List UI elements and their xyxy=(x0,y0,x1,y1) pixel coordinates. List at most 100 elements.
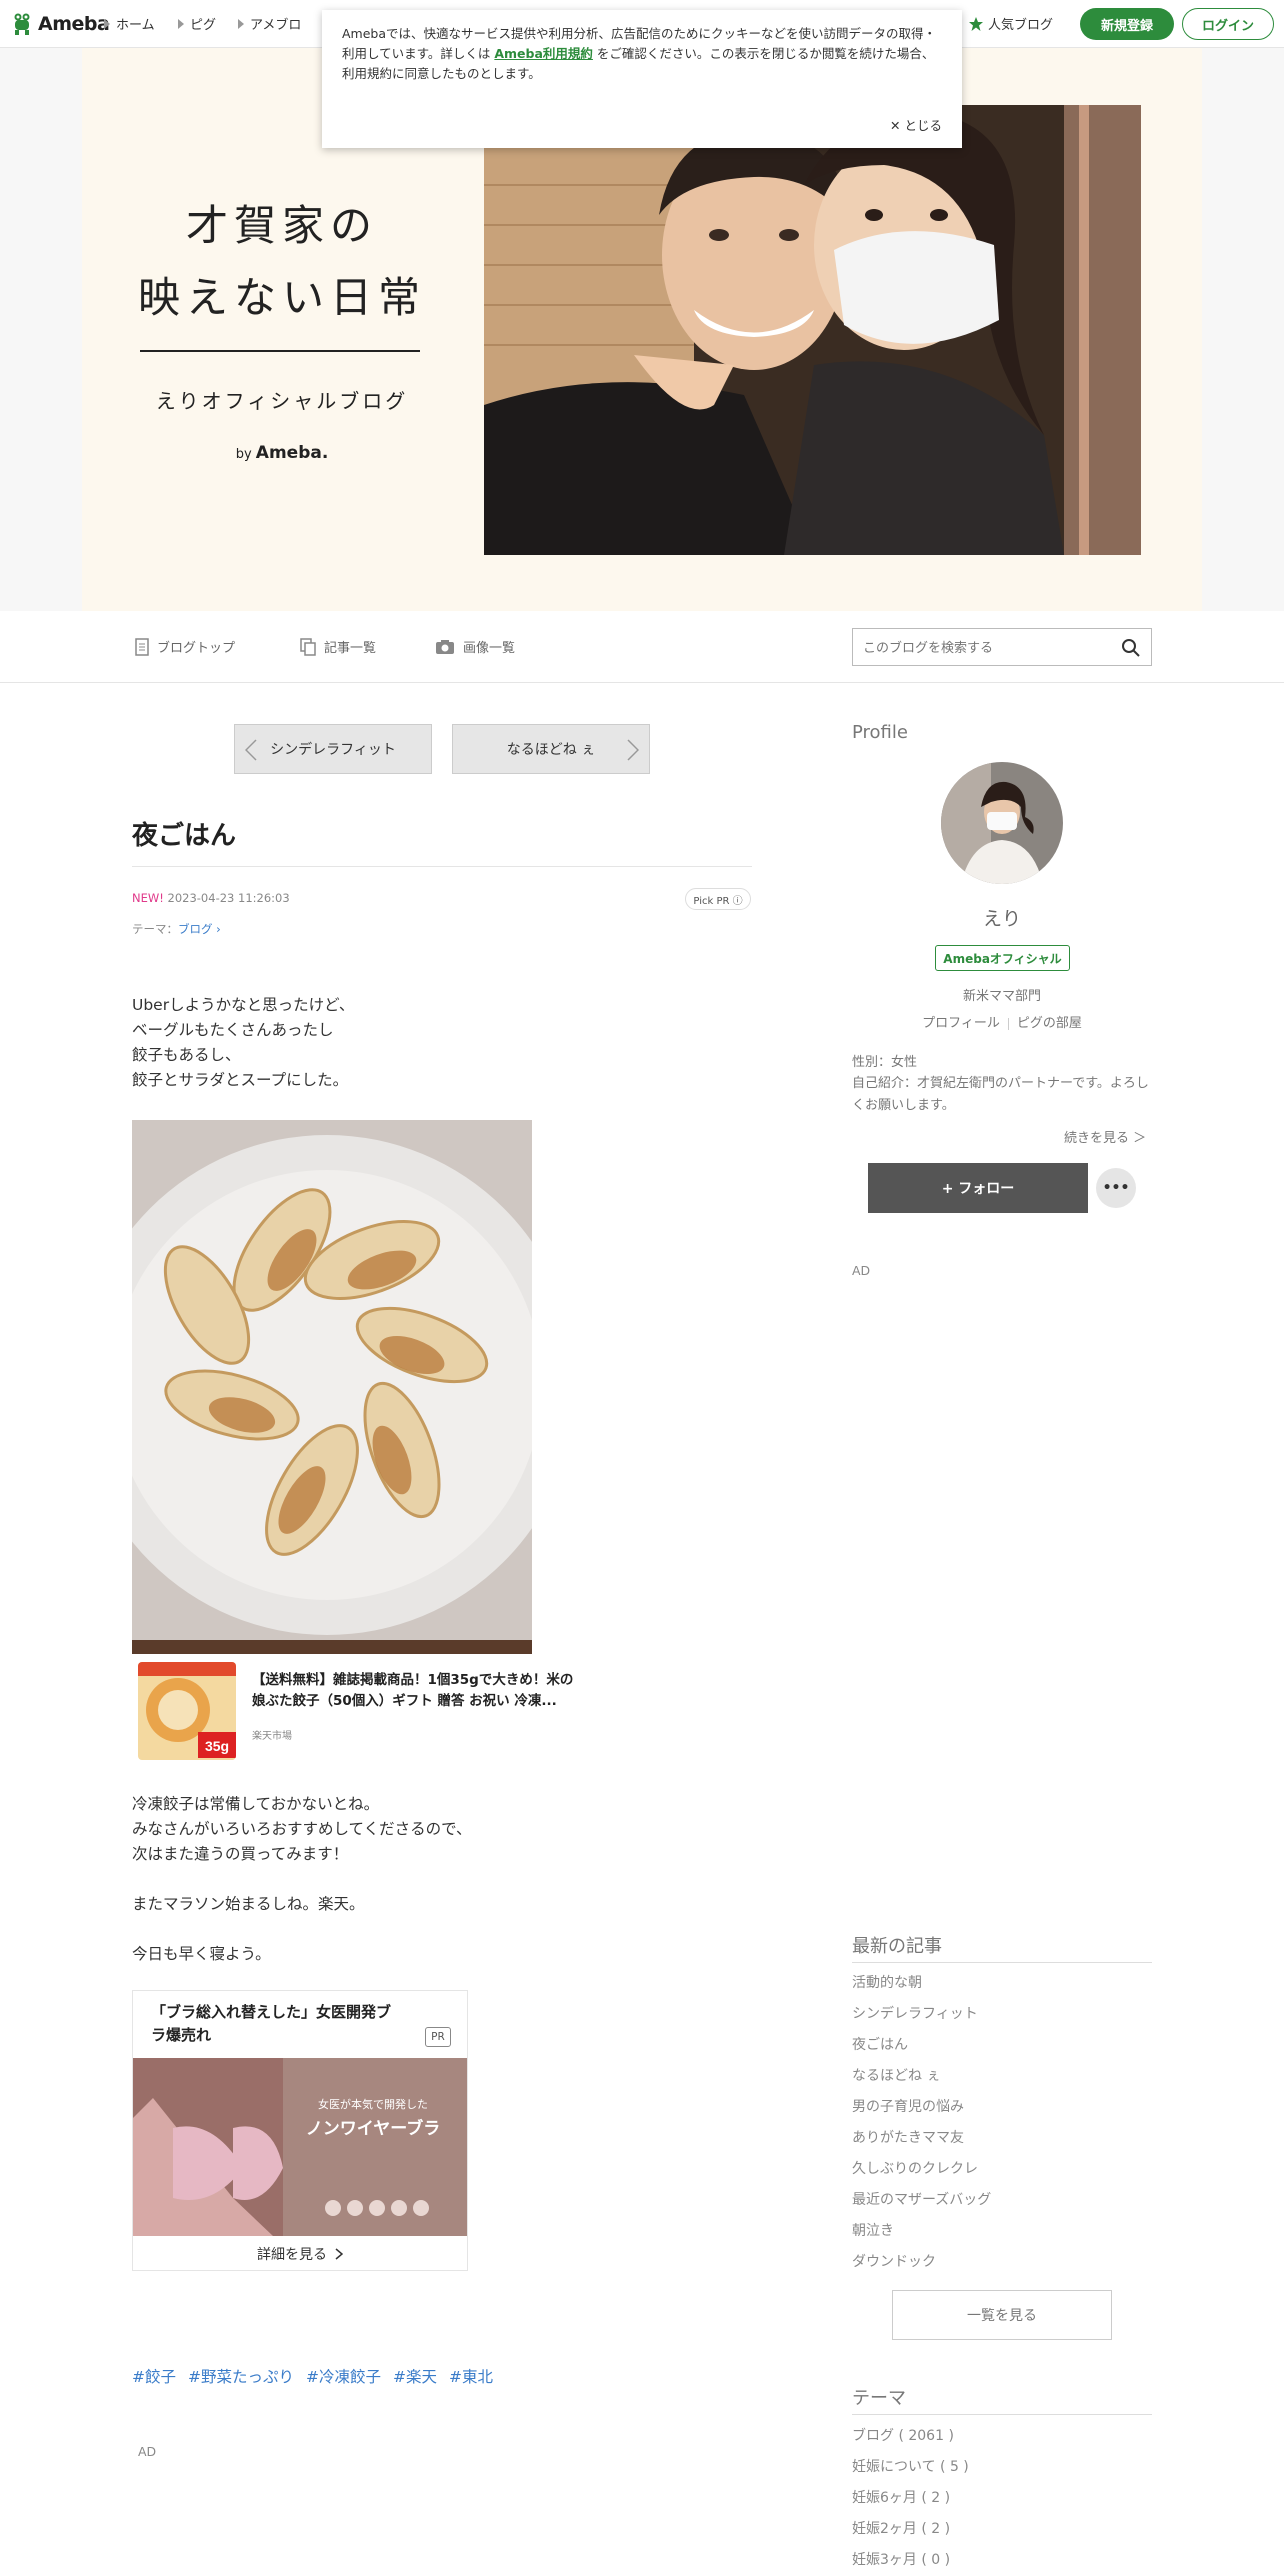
nav-link-ameblo[interactable]: アメブロ xyxy=(238,14,301,33)
blog-title-line1: 才賀家の xyxy=(185,201,378,250)
hashtag-link[interactable]: #楽天 xyxy=(393,2365,437,2387)
blog-top-label: ブログトップ xyxy=(157,641,236,656)
profile-avatar[interactable] xyxy=(941,762,1063,884)
register-button[interactable]: 新規登録 xyxy=(1080,8,1174,40)
theme-label: テーマ： xyxy=(132,922,178,936)
latest-article-link[interactable]: 最近のマザーズバッグ xyxy=(852,2185,991,2216)
prev-article-button[interactable]: シンデレラフィット xyxy=(234,724,432,774)
latest-article-link[interactable]: ダウンドック xyxy=(852,2247,991,2278)
latest-article-link[interactable]: シンデレラフィット xyxy=(852,1999,991,2030)
product-badge: 35g xyxy=(205,1738,229,1754)
latest-articles-heading: 最新の記事 xyxy=(852,1936,942,1957)
nav-link-pig[interactable]: ピグ xyxy=(178,14,216,33)
camera-icon xyxy=(436,639,454,654)
hashtag-link[interactable]: #餃子 xyxy=(132,2365,176,2387)
latest-article-link[interactable]: 久しぶりのクレクレ xyxy=(852,2154,991,2185)
arrow-right-icon xyxy=(104,18,110,29)
cookie-consent-banner: Amebaでは、快適なサービス提供や利用分析、広告配信のためにクッキーなどを使い… xyxy=(322,10,962,148)
ad-image: 女医が本気で開発した ノンワイヤーブラ xyxy=(133,2058,467,2236)
by-label: by xyxy=(235,447,252,462)
ad-overlay-text: 女医が本気で開発した xyxy=(318,2097,428,2111)
article-paragraph: またマラソン始まるしね。楽天。 xyxy=(132,1895,365,1913)
blog-top-link[interactable]: ブログトップ xyxy=(135,637,235,656)
hashtag-link[interactable]: #野菜たっぷり xyxy=(188,2365,294,2387)
ameba-logo[interactable]: Ameba xyxy=(12,12,110,36)
latest-article-link[interactable]: 活動的な朝 xyxy=(852,1968,991,1999)
profile-link[interactable]: プロフィール xyxy=(922,1016,1000,1031)
profile-heading: Profile xyxy=(852,722,908,743)
article-title[interactable]: 夜ごはん xyxy=(132,815,236,852)
follow-button[interactable]: + フォロー xyxy=(868,1163,1088,1213)
theme-link[interactable]: 妊娠について ( 5 ) xyxy=(852,2452,969,2483)
product-thumbnail[interactable]: 35g xyxy=(138,1662,236,1760)
blog-nav: ブログトップ 記事一覧 画像一覧 xyxy=(0,611,1284,683)
heading-divider xyxy=(852,2414,1152,2415)
popular-blog-link[interactable]: 人気ブログ xyxy=(968,14,1053,33)
blog-title[interactable]: 才賀家の 映えない日常 xyxy=(82,190,482,334)
theme-link[interactable]: ブログ › xyxy=(178,922,221,936)
read-more-link[interactable]: 続きを見る ＞ xyxy=(1064,1127,1146,1146)
cookie-close-button[interactable]: ✕ とじる xyxy=(890,116,942,136)
arrow-right-icon xyxy=(238,18,244,29)
nav-link-label: ピグ xyxy=(190,18,217,33)
ad-title: 「ブラ総入れ替えした」女医開発ブラ爆売れ xyxy=(151,2003,392,2044)
search-icon[interactable] xyxy=(1121,638,1141,658)
chevron-left-icon xyxy=(245,739,257,761)
heading-divider xyxy=(852,1962,1152,1963)
article-list-link[interactable]: 記事一覧 xyxy=(300,637,376,656)
article-meta: NEW! 2023-04-23 11:26:03 xyxy=(132,891,290,905)
latest-article-link[interactable]: ありがたきママ友 xyxy=(852,2123,991,2154)
nav-link-home[interactable]: ホーム xyxy=(104,14,155,33)
profile-name[interactable]: えり xyxy=(852,904,1152,931)
ad-more-link[interactable]: 詳細を見る xyxy=(133,2236,467,2272)
product-title[interactable]: 【送料無料】雑誌掲載商品！1個35gで大きめ！米の娘ぶた餃子（50個入）ギフト … xyxy=(252,1670,582,1712)
ameba-wordmark: Ameba xyxy=(38,13,110,35)
hashtag-list: #餃子 #野菜たっぷり #冷凍餃子 #楽天 #東北 xyxy=(132,2365,493,2387)
see-all-button[interactable]: 一覧を見る xyxy=(892,2290,1112,2340)
hashtag-link[interactable]: #東北 xyxy=(449,2365,493,2387)
copy-icon xyxy=(300,637,316,656)
latest-article-link[interactable]: なるほどね ぇ xyxy=(852,2061,991,2092)
theme-link[interactable]: ブログ ( 2061 ) xyxy=(852,2421,969,2452)
prev-article-label: シンデレラフィット xyxy=(270,742,396,758)
image-list-link[interactable]: 画像一覧 xyxy=(435,637,515,656)
chevron-right-icon xyxy=(627,739,639,761)
arrow-right-icon xyxy=(178,18,184,29)
ad-card[interactable]: 「ブラ総入れ替えした」女医開発ブラ爆売れ PR 女医が本気で開発した ノンワイヤ… xyxy=(132,1990,468,2271)
theme-link[interactable]: 妊娠6ヶ月 ( 2 ) xyxy=(852,2483,969,2514)
pig-room-link[interactable]: ピグの部屋 xyxy=(1017,1016,1082,1031)
official-badge: Amebaオフィシャル xyxy=(935,945,1070,971)
new-badge: NEW! xyxy=(132,891,164,905)
hashtag-link[interactable]: #冷凍餃子 xyxy=(306,2365,381,2387)
more-options-button[interactable]: ••• xyxy=(1096,1168,1136,1208)
gyoza-photo[interactable] xyxy=(132,1120,532,1654)
link-separator xyxy=(1007,1017,1009,1030)
by-ameba: by Ameba. xyxy=(82,443,482,463)
blog-search-box xyxy=(852,628,1152,666)
next-article-button[interactable]: なるほどね ぇ xyxy=(452,724,650,774)
latest-article-link[interactable]: 朝泣き xyxy=(852,2216,991,2247)
ad-overlay-headline: ノンワイヤーブラ xyxy=(306,2118,440,2138)
latest-article-link[interactable]: 夜ごはん xyxy=(852,2030,991,2061)
blog-title-line2: 映えない日常 xyxy=(137,273,426,322)
article-datetime: 2023-04-23 11:26:03 xyxy=(167,891,290,905)
image-list-label: 画像一覧 xyxy=(463,641,516,656)
theme-link[interactable]: 妊娠2ヶ月 ( 2 ) xyxy=(852,2514,969,2545)
product-shop: 楽天市場 xyxy=(252,1731,292,1742)
header-photo xyxy=(484,105,1141,555)
article-theme: テーマ：ブログ › xyxy=(132,921,221,937)
ad-label: AD xyxy=(138,2444,157,2459)
terms-link[interactable]: Ameba利用規約 xyxy=(494,46,593,61)
pick-pr-button[interactable]: Pick PR ⓘ xyxy=(685,888,751,910)
article-paragraph: 冷凍餃子は常備しておかないとね。 みなさんがいろいろおすすめしてくださるので、 … xyxy=(132,1795,472,1863)
profile-gender: 性別：女性 xyxy=(852,1055,918,1070)
latest-article-link[interactable]: 男の子育児の悩み xyxy=(852,2092,991,2123)
article-list-label: 記事一覧 xyxy=(324,641,377,656)
latest-articles-list: 活動的な朝 シンデレラフィット 夜ごはん なるほどね ぇ 男の子育児の悩み あり… xyxy=(852,1968,991,2278)
login-button[interactable]: ログイン xyxy=(1182,8,1274,40)
profile-intro: 自己紹介：才賀紀左衛門のパートナーです。よろしくお願いします。 xyxy=(852,1076,1149,1113)
blog-search-input[interactable] xyxy=(863,639,1103,655)
chevron-right-icon xyxy=(335,2248,343,2260)
theme-link[interactable]: 妊娠3ヶ月 ( 0 ) xyxy=(852,2545,969,2568)
article-paragraph: Uberしようかなと思ったけど、 ベーグルもたくさんあったし 餃子もあるし、 餃… xyxy=(132,996,355,1089)
